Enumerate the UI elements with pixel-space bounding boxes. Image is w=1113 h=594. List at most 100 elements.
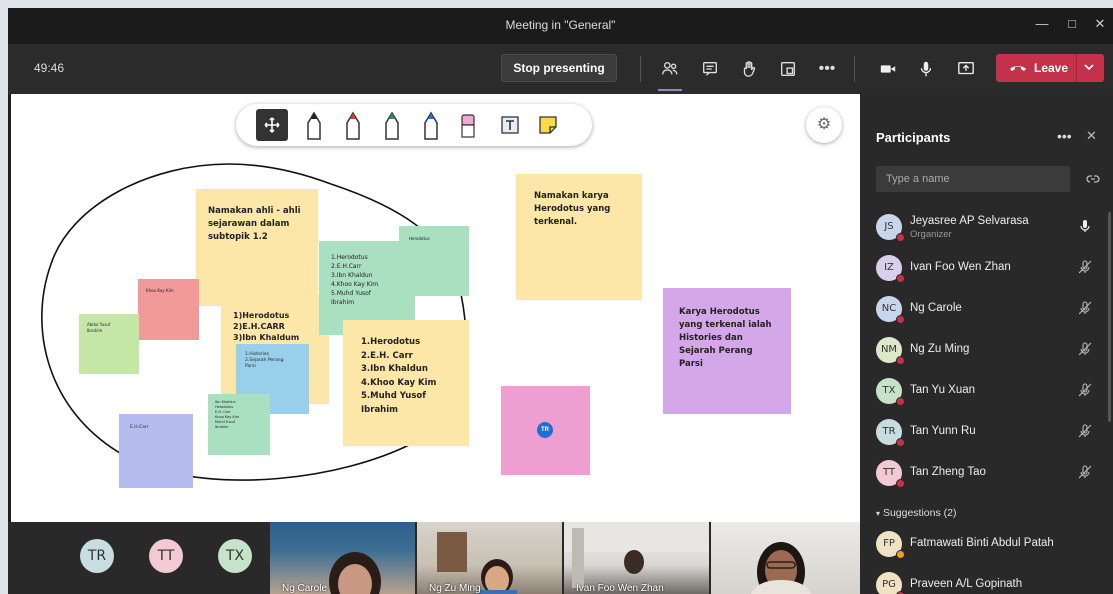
microphone-icon[interactable] <box>914 57 938 81</box>
sticky-note-text: 1.Herodotus 2.E.H. Carr 3.Ibn Khaldun 4.… <box>361 337 437 415</box>
sticky-note-text: E.H.Carr <box>130 425 149 430</box>
close-icon[interactable]: ✕ <box>1090 16 1110 32</box>
participant-row[interactable]: NC Ng Carole <box>860 289 1113 329</box>
sticky-note-text: Abdul Yusuf Ibrahim <box>87 322 111 333</box>
participants-panel: Participants ••• ✕ JS Jeyasree AP Selvar… <box>860 94 1113 594</box>
leave-label: Leave <box>1034 61 1069 75</box>
panel-scrollbar[interactable] <box>1108 212 1111 422</box>
presence-busy-indicator <box>896 233 905 242</box>
participant-name: Ivan Foo Wen Zhan <box>910 261 1011 273</box>
participant-search[interactable] <box>876 166 1070 192</box>
presence-away-indicator <box>896 550 905 559</box>
video-strip: TR TT TX Ng Carole Ng Zu Ming Ivan Foo W… <box>8 522 860 594</box>
suggestions-header[interactable]: ▾ Suggestions (2) <box>876 507 956 519</box>
participant-name: Ng Carole <box>910 302 962 314</box>
presence-busy-indicator <box>896 274 905 283</box>
chevron-down-icon[interactable] <box>1082 60 1096 74</box>
sticky-note-text: Khoo Kay Kim <box>146 288 174 293</box>
participants-icon[interactable] <box>658 57 682 81</box>
sticky-note-small-lavender[interactable]: E.H.Carr <box>119 414 193 488</box>
microphone-muted-icon <box>1078 260 1092 274</box>
maximize-icon[interactable]: □ <box>1062 16 1082 31</box>
stop-presenting-button[interactable]: Stop presenting <box>501 54 617 82</box>
whiteboard-canvas[interactable]: ⚙ Namakan ahli - ahli sejarawan dalam su… <box>11 94 860 522</box>
presence-busy-indicator <box>896 356 905 365</box>
sticky-note-answer-karya[interactable]: Karya Herodotus yang terkenal ialah Hist… <box>663 288 791 414</box>
panel-title: Participants <box>876 130 951 145</box>
toolbar-divider <box>854 56 855 82</box>
presence-busy-indicator <box>896 397 905 406</box>
camera-icon[interactable] <box>876 57 900 81</box>
share-invite-icon[interactable] <box>1086 172 1100 189</box>
participant-name: Tan Zheng Tao <box>910 466 986 478</box>
teams-meeting-window: Meeting in "General" — □ ✕ 49:46 Stop pr… <box>8 8 1113 594</box>
presence-busy-indicator <box>896 315 905 324</box>
chevron-down-icon: ▾ <box>876 509 881 518</box>
participant-name: Tan Yunn Ru <box>910 425 976 437</box>
participant-name: Praveen A/L Gopinath <box>910 578 1023 590</box>
participant-row[interactable]: TX Tan Yu Xuan <box>860 371 1113 411</box>
participant-row[interactable]: NM Ng Zu Ming <box>860 330 1113 370</box>
participant-role: Organizer <box>910 229 952 240</box>
more-options-icon[interactable]: ••• <box>1057 128 1072 144</box>
participant-name: Tan Yu Xuan <box>910 384 976 396</box>
sticky-note-small-green-3[interactable]: Ibn Khaldun Herodotus E.H. Carr Khoo Kay… <box>208 394 270 455</box>
video-tile[interactable]: Ng Zu Ming <box>417 522 562 594</box>
microphone-muted-icon <box>1078 465 1092 479</box>
participant-row[interactable]: IZ Ivan Foo Wen Zhan <box>860 248 1113 288</box>
chat-icon[interactable] <box>698 57 722 81</box>
participant-row[interactable]: JS Jeyasree AP Selvarasa Organizer <box>860 207 1113 247</box>
sticky-note-question-karya[interactable]: Namakan karya Herodotus yang terkenal. <box>516 174 642 300</box>
sticky-note-text: Karya Herodotus yang terkenal ialah Hist… <box>679 307 772 369</box>
leave-divider <box>1076 54 1077 82</box>
participant-avatar[interactable]: TT <box>149 539 183 573</box>
suggestion-row[interactable]: PG Praveen A/L Gopinath <box>860 565 1113 594</box>
participant-avatar[interactable]: TX <box>218 539 252 573</box>
more-actions-icon[interactable]: ••• <box>815 57 839 81</box>
title-bar: Meeting in "General" — □ ✕ <box>8 8 1113 44</box>
suggestions-label: Suggestions (2) <box>882 507 957 519</box>
sticky-note-small-green-2[interactable]: Herodotus <box>399 226 469 296</box>
active-tab-indicator <box>658 89 682 91</box>
participant-row[interactable]: TT Tan Zheng Tao <box>860 453 1113 493</box>
leave-button[interactable]: Leave <box>996 54 1104 82</box>
share-screen-icon[interactable] <box>954 57 978 81</box>
participant-video-image <box>751 542 811 594</box>
video-tile-name: Ng Carole <box>282 583 328 594</box>
participant-name: Fatmawati Binti Abdul Patah <box>910 537 1054 549</box>
minimize-icon[interactable]: — <box>1032 16 1052 31</box>
participant-avatar[interactable]: TR <box>80 539 114 573</box>
sticky-note-text: Namakan ahli - ahli sejarawan dalam subt… <box>208 206 301 242</box>
participant-name: Jeyasree AP Selvarasa <box>910 215 1029 227</box>
raise-hand-icon[interactable] <box>737 57 761 81</box>
sticky-note-text: Ibn Khaldun Herodotus E.H. Carr Khoo Kay… <box>215 400 240 429</box>
participant-name: Ng Zu Ming <box>910 343 970 355</box>
meeting-timer: 49:46 <box>34 61 65 75</box>
microphone-muted-icon <box>1078 383 1092 397</box>
sticky-note-text: Herodotus <box>409 236 430 241</box>
sticky-note-question-sejarawan[interactable]: Namakan ahli - ahli sejarawan dalam subt… <box>196 189 318 306</box>
video-tile[interactable]: Ivan Foo Wen Zhan <box>564 522 709 594</box>
microphone-muted-icon <box>1078 301 1092 315</box>
close-panel-icon[interactable]: ✕ <box>1086 128 1097 144</box>
microphone-muted-icon <box>1078 342 1092 356</box>
video-tile[interactable] <box>711 522 860 594</box>
participant-search-input[interactable] <box>876 166 1070 192</box>
sticky-note-small-red[interactable]: Khoo Kay Kim <box>138 279 199 340</box>
sticky-note-small-green[interactable]: Abdul Yusuf Ibrahim <box>79 314 139 374</box>
microphone-icon <box>1080 220 1090 232</box>
microphone-muted-icon <box>1078 424 1092 438</box>
sticky-note-answer-list[interactable]: 1.Herodotus 2.E.H. Carr 3.Ibn Khaldun 4.… <box>343 320 469 446</box>
collaborator-cursor-avatar: TR <box>537 422 553 438</box>
video-tile[interactable]: Ng Carole <box>270 522 415 594</box>
breakout-rooms-icon[interactable] <box>776 57 800 81</box>
presence-busy-indicator <box>896 479 905 488</box>
window-title: Meeting in "General" <box>505 18 616 32</box>
meeting-toolbar: 49:46 Stop presenting ••• Leave <box>8 44 1113 94</box>
sticky-note-text: 1.Histories 2.Sejarah Perang Parsi <box>245 352 284 369</box>
suggestion-row[interactable]: FP Fatmawati Binti Abdul Patah <box>860 524 1113 564</box>
video-tile-name: Ivan Foo Wen Zhan <box>576 583 664 594</box>
toolbar-divider <box>640 56 641 82</box>
phone-hangup-icon <box>1010 66 1026 71</box>
participant-row[interactable]: TR Tan Yunn Ru <box>860 412 1113 452</box>
